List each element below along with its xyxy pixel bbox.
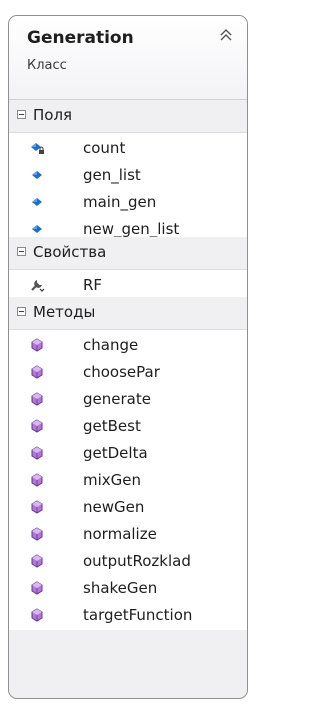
class-kind: Класс (27, 58, 67, 73)
member-label: gen_list (83, 166, 141, 184)
member-label: targetFunction (83, 606, 193, 624)
member-row[interactable]: change (9, 332, 247, 358)
member-row[interactable]: getDelta (9, 440, 247, 466)
field-icon (29, 167, 45, 183)
method-icon (29, 364, 45, 380)
section-methods[interactable]: Методы (9, 297, 247, 330)
member-row[interactable]: newGen (9, 494, 247, 520)
member-label: choosePar (83, 363, 160, 381)
member-label: mixGen (83, 471, 142, 489)
member-row[interactable]: gen_list (9, 162, 247, 188)
member-row[interactable]: mixGen (9, 467, 247, 493)
member-label: newGen (83, 498, 145, 516)
method-icon (29, 580, 45, 596)
collapse-toggle-icon[interactable] (17, 110, 26, 119)
method-icon (29, 445, 45, 461)
member-row[interactable]: RF (9, 272, 247, 298)
section-fields[interactable]: Поля (9, 100, 247, 133)
member-row[interactable]: count (9, 135, 247, 161)
method-icon (29, 499, 45, 515)
member-label: main_gen (83, 193, 157, 211)
member-row[interactable]: choosePar (9, 359, 247, 385)
member-row[interactable]: main_gen (9, 189, 247, 215)
member-row[interactable]: normalize (9, 521, 247, 547)
method-icon (29, 607, 45, 623)
method-icon (29, 391, 45, 407)
class-diagram-shape[interactable]: Generation Класс Поля count gen_list main_… (8, 15, 248, 699)
member-label: outputRozklad (83, 552, 191, 570)
method-icon (29, 472, 45, 488)
member-label: change (83, 336, 139, 354)
field-icon (29, 194, 45, 210)
member-row[interactable]: getBest (9, 413, 247, 439)
method-icon (29, 553, 45, 569)
property-icon (29, 277, 45, 293)
member-label: new_gen_list (83, 220, 180, 238)
method-icon (29, 526, 45, 542)
method-icon (29, 418, 45, 434)
member-label: RF (83, 276, 103, 294)
member-label: getBest (83, 417, 141, 435)
method-icon (29, 337, 45, 353)
section-properties[interactable]: Свойства (9, 237, 247, 270)
member-label: normalize (83, 525, 157, 543)
member-label: getDelta (83, 444, 148, 462)
section-label: Методы (33, 303, 96, 321)
field-icon (29, 221, 45, 237)
section-label: Свойства (33, 243, 107, 261)
collapse-toggle-icon[interactable] (17, 307, 26, 316)
section-label: Поля (33, 106, 73, 124)
collapse-chevron-icon[interactable] (217, 26, 235, 44)
class-name: Generation (27, 28, 134, 48)
member-label: generate (83, 390, 151, 408)
private-field-icon (29, 140, 45, 156)
member-row[interactable]: outputRozklad (9, 548, 247, 574)
member-label: shakeGen (83, 579, 158, 597)
member-row[interactable]: shakeGen (9, 575, 247, 601)
member-row[interactable]: targetFunction (9, 602, 247, 628)
class-header: Generation Класс (9, 16, 247, 100)
collapse-toggle-icon[interactable] (17, 247, 26, 256)
member-label: count (83, 139, 126, 157)
member-row[interactable]: generate (9, 386, 247, 412)
